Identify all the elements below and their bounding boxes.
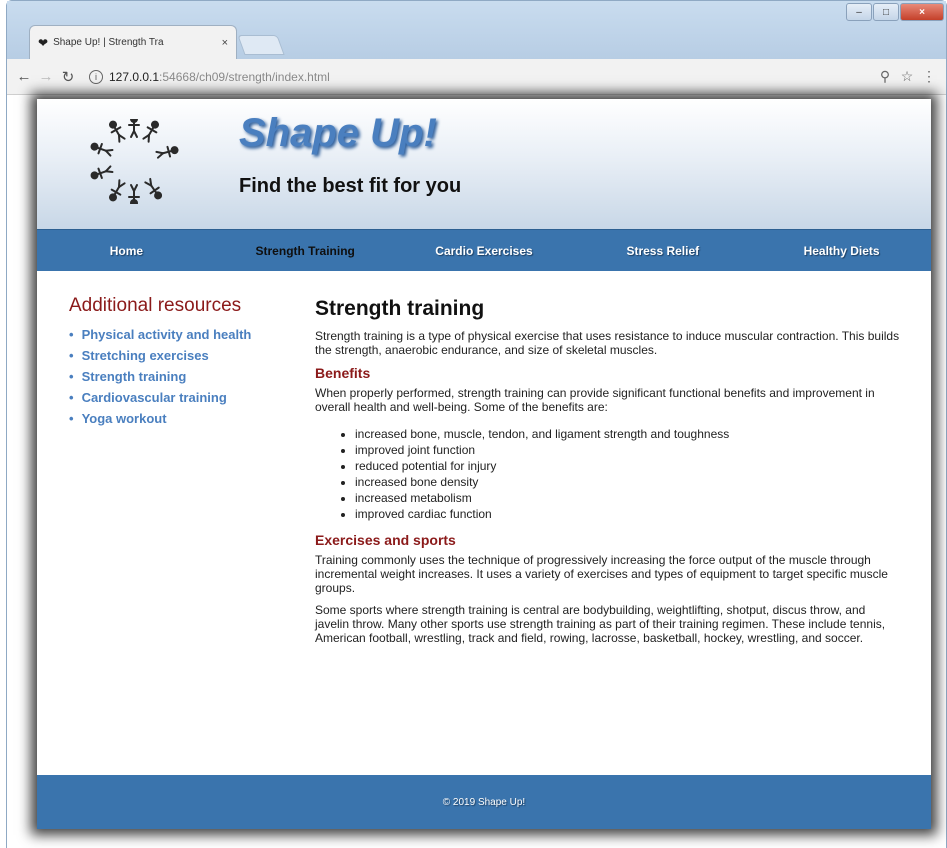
benefit-item: reduced potential for injury xyxy=(355,458,900,474)
exercises-heading: Exercises and sports xyxy=(315,532,456,548)
info-icon[interactable]: i xyxy=(89,69,103,84)
maximize-button[interactable]: □ xyxy=(873,3,899,21)
sidebar-heading: Additional resources xyxy=(69,295,242,316)
exercises-paragraph-1: Training commonly uses the technique of … xyxy=(315,553,888,595)
nav-stress-relief[interactable]: Stress Relief xyxy=(573,244,752,258)
benefit-item: increased metabolism xyxy=(355,490,900,506)
nav-cardio-exercises[interactable]: Cardio Exercises xyxy=(395,244,574,258)
address-bar[interactable]: i 127.0.0.1:54668/ch09/strength/index.ht… xyxy=(85,64,874,90)
site-header: Shape Up! Find the best fit for you xyxy=(37,99,931,229)
benefit-item: improved cardiac function xyxy=(355,506,900,522)
main-article: Strength training Strength training is a… xyxy=(315,297,900,653)
back-arrow-icon[interactable]: ← xyxy=(13,68,35,85)
resource-link-yoga[interactable]: Yoga workout xyxy=(69,411,299,426)
url-path: :54668/ch09/strength/index.html xyxy=(159,69,330,84)
benefit-item: increased bone density xyxy=(355,474,900,490)
browser-tab[interactable]: ❤ Shape Up! | Strength Tra × xyxy=(29,25,237,59)
bookmark-star-icon[interactable]: ☆ xyxy=(896,68,918,85)
window-controls: – □ × xyxy=(846,3,944,21)
people-circle-logo-icon xyxy=(90,119,179,204)
site-title: Shape Up! xyxy=(239,111,437,155)
nav-healthy-diets[interactable]: Healthy Diets xyxy=(752,244,931,258)
web-page: Shape Up! Find the best fit for you Home… xyxy=(37,99,931,829)
nav-home[interactable]: Home xyxy=(37,244,216,258)
article-intro: Strength training is a type of physical … xyxy=(315,329,900,357)
footer-copyright: © 2019 Shape Up! xyxy=(442,796,526,808)
minimize-button[interactable]: – xyxy=(846,3,872,21)
browser-toolbar: ← → ↻ i 127.0.0.1:54668/ch09/strength/in… xyxy=(7,59,946,95)
resource-link-cardiovascular[interactable]: Cardiovascular training xyxy=(69,390,299,405)
menu-dots-icon[interactable]: ⋮ xyxy=(918,68,940,85)
article-heading: Strength training xyxy=(315,297,485,320)
resource-link-stretching[interactable]: Stretching exercises xyxy=(69,348,299,363)
resource-link-label[interactable]: Stretching exercises xyxy=(82,348,209,363)
title-bar: ❤ Shape Up! | Strength Tra × – □ × xyxy=(7,1,946,59)
benefits-intro: When properly performed, strength traini… xyxy=(315,386,875,414)
benefit-item: improved joint function xyxy=(355,442,900,458)
nav-strength-training[interactable]: Strength Training xyxy=(216,244,395,258)
url-host: 127.0.0.1 xyxy=(109,69,160,84)
browser-window: ❤ Shape Up! | Strength Tra × – □ × ← → ↻… xyxy=(6,0,947,848)
tab-title: Shape Up! | Strength Tra xyxy=(53,37,164,48)
forward-arrow-icon[interactable]: → xyxy=(35,68,57,85)
heart-favicon-icon: ❤ xyxy=(38,35,49,50)
benefits-heading: Benefits xyxy=(315,365,371,381)
site-footer: © 2019 Shape Up! xyxy=(37,775,931,829)
resource-list: Physical activity and health Stretching … xyxy=(69,327,299,426)
resource-link-label[interactable]: Strength training xyxy=(82,369,187,384)
benefits-list: increased bone, muscle, tendon, and liga… xyxy=(315,426,900,522)
zoom-icon[interactable]: ⚲ xyxy=(874,68,896,85)
benefit-item: increased bone, muscle, tendon, and liga… xyxy=(355,426,900,442)
resource-link-strength[interactable]: Strength training xyxy=(69,369,299,384)
resource-link-label[interactable]: Yoga workout xyxy=(82,411,167,426)
content-area: Additional resources Physical activity a… xyxy=(37,271,931,775)
sidebar: Additional resources Physical activity a… xyxy=(69,295,299,432)
resource-link-physical-activity[interactable]: Physical activity and health xyxy=(69,327,299,342)
page-viewport: Shape Up! Find the best fit for you Home… xyxy=(7,95,946,848)
resource-link-label[interactable]: Cardiovascular training xyxy=(82,390,227,405)
reload-icon[interactable]: ↻ xyxy=(57,68,79,86)
resource-link-label[interactable]: Physical activity and health xyxy=(82,327,252,342)
tab-close-icon[interactable]: × xyxy=(222,37,228,49)
new-tab-button[interactable] xyxy=(237,35,285,55)
site-tagline: Find the best fit for you xyxy=(239,175,462,197)
exercises-paragraph-2: Some sports where strength training is c… xyxy=(315,603,886,645)
close-window-button[interactable]: × xyxy=(900,3,944,21)
main-nav: Home Strength Training Cardio Exercises … xyxy=(37,229,931,271)
